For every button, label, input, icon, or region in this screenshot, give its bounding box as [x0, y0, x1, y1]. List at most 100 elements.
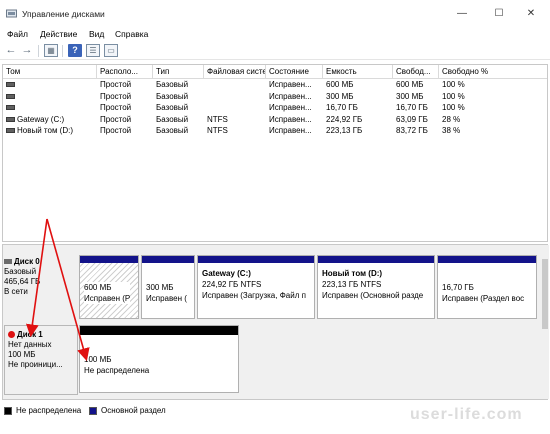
vertical-scrollbar[interactable]	[541, 245, 549, 399]
back-arrow-icon[interactable]: ←	[4, 44, 18, 57]
scrollbar-thumb[interactable]	[542, 259, 548, 329]
window-title: Управление дисками	[22, 9, 105, 19]
cell-text: 224,92 ГБ	[326, 114, 363, 124]
cell-text: Базовый	[156, 91, 189, 101]
close-button[interactable]: ✕	[516, 5, 546, 23]
table-cell-name: Gateway (C:)	[3, 114, 97, 126]
table-cell-type: Базовый	[153, 102, 204, 114]
column-header-status[interactable]: Состояние	[266, 65, 323, 79]
table-cell-layout: Простой	[97, 102, 153, 114]
partition-status: Не распределена	[84, 366, 150, 375]
table-cell-free: 600 МБ	[393, 79, 439, 91]
table-cell-capacity: 16,70 ГБ	[323, 102, 393, 114]
table-cell-status: Исправен...	[266, 114, 323, 126]
table-cell-name	[3, 91, 97, 103]
table-cell-type: Базовый	[153, 91, 204, 103]
partition-status: Исправен (Основной разде	[322, 291, 424, 300]
table-cell-free-pct: 38 %	[439, 125, 547, 137]
table-cell-free-pct: 100 %	[439, 79, 547, 91]
cell-text: 38 %	[442, 126, 461, 135]
cell-text: 600 МБ	[326, 80, 354, 89]
partition-size: 100 МБ	[84, 355, 112, 364]
disk1-title: Диск 1	[17, 330, 43, 339]
table-row[interactable]: Простой Базовый Исправен... 600 МБ 600 МБ 100…	[3, 79, 547, 91]
cell-text: Gateway (C:)	[17, 114, 65, 124]
table-cell-capacity: 300 МБ	[323, 91, 393, 103]
cell-text: Простой	[100, 103, 132, 112]
disk0-partition-recovery[interactable]: 16,70 ГБ Исправен (Раздел вос	[437, 255, 537, 319]
menu-help[interactable]: Справка	[115, 29, 148, 39]
disk1-size: 100 МБ	[8, 350, 36, 359]
partition-size: 16,70 ГБ	[442, 283, 474, 292]
volume-icon	[6, 105, 15, 111]
volume-icon	[6, 116, 15, 122]
cell-text: Базовый	[156, 114, 189, 124]
help-icon[interactable]: ?	[68, 44, 82, 57]
cell-text: 100 %	[442, 80, 465, 89]
menu-view[interactable]: Вид	[89, 29, 104, 39]
cell-text: Исправен...	[269, 114, 312, 124]
forward-arrow-icon[interactable]: →	[20, 44, 34, 57]
partition-size: 224,92 ГБ NTFS	[202, 280, 262, 289]
legend-swatch-unallocated	[4, 407, 12, 415]
cell-text: Простой	[100, 126, 132, 135]
disk0-partition-2[interactable]: 300 МБ Исправен (	[141, 255, 195, 319]
column-header-free-pct[interactable]: Свободно %	[439, 65, 547, 79]
cell-text: Простой	[100, 80, 132, 89]
table-cell-layout: Простой	[97, 114, 153, 126]
disk0-partition-d[interactable]: Новый том (D:) 223,13 ГБ NTFS Исправен (…	[317, 255, 435, 319]
disk0-size: 465,64 ГБ	[4, 277, 41, 286]
minimize-button[interactable]: —	[447, 5, 477, 23]
disk0-partition-1[interactable]: 600 МБ Исправен (Р	[79, 255, 139, 319]
cell-text: Базовый	[156, 80, 189, 89]
table-cell-type: Базовый	[153, 125, 204, 137]
partition-status: Исправен (	[146, 294, 187, 303]
table-cell-free: 63,09 ГБ	[393, 114, 439, 126]
column-header-type[interactable]: Тип	[153, 65, 204, 79]
properties-icon[interactable]: ▦	[44, 44, 58, 57]
column-header-fs[interactable]: Файловая система	[204, 65, 266, 79]
cell-text: Новый том (D:)	[17, 126, 73, 135]
cell-text: 100 %	[442, 103, 465, 112]
table-cell-name	[3, 79, 97, 91]
table-cell-fs: NTFS	[204, 125, 266, 137]
disk-icon	[4, 259, 12, 265]
menu-file[interactable]: Файл	[7, 29, 28, 39]
title-bar: Управление дисками — ☐ ✕	[0, 0, 550, 28]
table-row[interactable]: Простой Базовый Исправен... 300 МБ 300 МБ 100…	[3, 91, 547, 103]
disk1-label[interactable]: Диск 1 Нет данных 100 МБ Не проиници...	[4, 325, 78, 395]
column-header-volume[interactable]: Том	[3, 65, 97, 79]
column-header-free[interactable]: Свобод...	[393, 65, 439, 79]
table-cell-name	[3, 102, 97, 114]
list-icon[interactable]: ☰	[86, 44, 100, 57]
cell-text: Исправен...	[269, 91, 312, 101]
table-cell-free: 83,72 ГБ	[393, 125, 439, 137]
menu-action[interactable]: Действие	[40, 29, 77, 39]
cell-text: Исправен...	[269, 80, 312, 89]
toolbar-separator	[38, 45, 39, 57]
table-cell-status: Исправен...	[266, 125, 323, 137]
table-cell-capacity: 224,92 ГБ	[323, 114, 393, 126]
column-header-layout[interactable]: Располо...	[97, 65, 153, 79]
cell-text: 63,09 ГБ	[396, 114, 428, 124]
partition-bar	[142, 256, 194, 263]
table-cell-layout: Простой	[97, 79, 153, 91]
table-cell-status: Исправен...	[266, 102, 323, 114]
partition-title: Новый том (D:)	[322, 269, 383, 278]
column-header-capacity[interactable]: Емкость	[323, 65, 393, 79]
table-cell-free-pct: 100 %	[439, 91, 547, 103]
disk0-label[interactable]: Диск 0 Базовый 465,64 ГБ В сети	[4, 257, 78, 321]
maximize-button[interactable]: ☐	[484, 5, 514, 23]
disk1-partition-unallocated[interactable]: 100 МБ Не распределена	[79, 325, 239, 393]
cell-text: 16,70 ГБ	[396, 103, 428, 112]
table-cell-free-pct: 28 %	[439, 114, 547, 126]
disk0-partition-c[interactable]: Gateway (C:) 224,92 ГБ NTFS Исправен (За…	[197, 255, 315, 319]
console-icon[interactable]: ▭	[104, 44, 118, 57]
table-row[interactable]: Gateway (C:) Простой Базовый NTFS Исправен..…	[3, 114, 547, 126]
table-row[interactable]: Новый том (D:) Простой Базовый NTFS Исправен…	[3, 125, 547, 137]
table-row[interactable]: Простой Базовый Исправен... 16,70 ГБ 16,70 Г…	[3, 102, 547, 114]
table-cell-layout: Простой	[97, 91, 153, 103]
legend-swatch-primary	[89, 407, 97, 415]
cell-text: 600 МБ	[396, 80, 424, 89]
disk0-title: Диск 0	[14, 257, 40, 266]
